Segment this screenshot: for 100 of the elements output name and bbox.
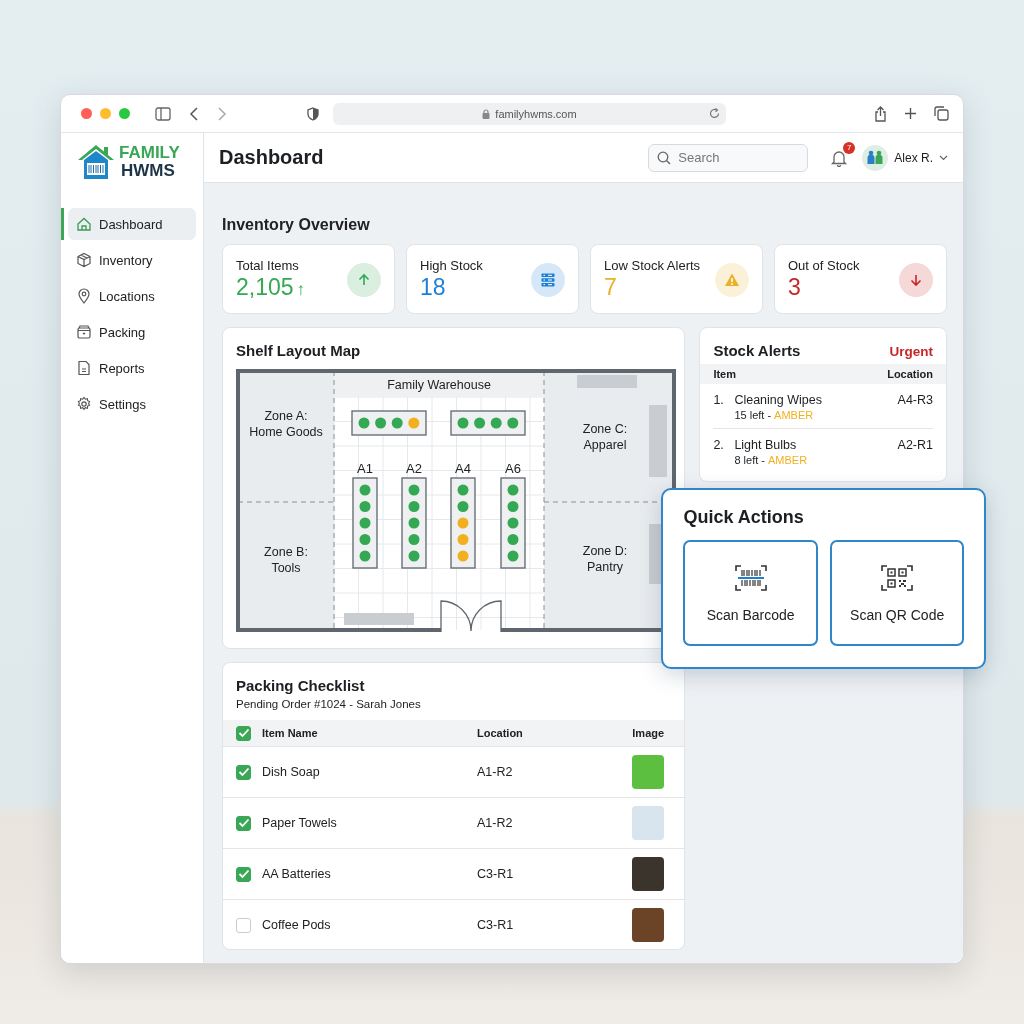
- order-subtitle: Pending Order #1024 - Sarah Jones: [235, 698, 422, 710]
- stat-label: Low Stock Alerts: [604, 258, 701, 273]
- aisle-label: A2: [406, 461, 422, 476]
- zone-label: Zone D:: [582, 544, 628, 558]
- reload-icon: [709, 107, 720, 119]
- column-header: Item: [713, 368, 736, 380]
- aisle-label: A4: [455, 461, 471, 476]
- settings-icon: [76, 396, 92, 412]
- stat-value: 7: [604, 274, 617, 301]
- lock-icon: [482, 108, 491, 119]
- storage-block: [344, 613, 414, 625]
- trend-arrow: ↑: [296, 280, 306, 300]
- list-number: 1.: [713, 393, 725, 407]
- search-field[interactable]: Search: [648, 143, 809, 172]
- sidebar-toggle-icon: [155, 106, 171, 121]
- user-menu[interactable]: Alex R.: [862, 144, 948, 171]
- sidebar-item[interactable]: Reports: [68, 352, 196, 384]
- section-title: Inventory Overview: [222, 216, 371, 234]
- checkbox[interactable]: [236, 725, 251, 741]
- location-code: A4-R3: [897, 393, 933, 407]
- caret-icon: [939, 154, 948, 161]
- table-cell: A1-R2: [477, 765, 513, 779]
- zone-name: Apparel: [583, 438, 627, 452]
- house-barcode-logo-icon: [76, 143, 116, 181]
- sidebar-item[interactable]: Packing: [68, 316, 196, 348]
- table-cell: C3-R1: [477, 918, 514, 932]
- cube-icon: [76, 252, 92, 268]
- stat-label: High Stock: [420, 258, 483, 273]
- stat-value: 3: [788, 274, 801, 301]
- notification-bell-icon: [830, 148, 849, 167]
- checkbox[interactable]: [236, 764, 251, 780]
- column-header: Image: [632, 727, 665, 739]
- notification-count: 7: [843, 141, 856, 154]
- barcode-scan-icon: [733, 563, 768, 593]
- scan-button[interactable]: Scan QR Code: [829, 540, 965, 646]
- storage-block: [649, 405, 667, 477]
- scan-button[interactable]: Scan Barcode: [683, 540, 818, 646]
- qr-code-scan-icon: [880, 563, 915, 593]
- stat-value: 2,105: [236, 274, 294, 301]
- warning-badge-icon: [715, 263, 749, 297]
- page-title: Dashboard: [219, 146, 324, 169]
- table-cell: AA Batteries: [262, 867, 331, 881]
- table-cell: C3-R1: [477, 867, 514, 881]
- stat-label: Out of Stock: [788, 258, 860, 273]
- zone-label: Zone C:: [582, 422, 628, 436]
- zone-name: Home Goods: [249, 425, 323, 439]
- card-title: Stock Alerts: [713, 342, 801, 359]
- list-number: 2.: [713, 438, 725, 452]
- url-text: familyhwms.com: [495, 107, 577, 120]
- checkbox[interactable]: [236, 815, 251, 831]
- zone-label: Zone A:: [264, 409, 308, 423]
- arrow-up-badge-icon: [347, 263, 381, 297]
- document-icon: [76, 360, 92, 376]
- brand-name: FAMILY: [119, 144, 180, 162]
- new-tab-icon: [904, 107, 917, 120]
- quantity-left: 15 left -: [734, 409, 772, 421]
- brand-name: HWMS: [120, 162, 176, 180]
- aisle-label: A1: [357, 461, 373, 476]
- warehouse-label: Family Warehouse: [387, 378, 491, 392]
- column-header: Item Name: [262, 727, 318, 739]
- product-photo-placeholder: [632, 755, 665, 789]
- stat-label: Total Items: [236, 258, 300, 273]
- urgent-label: Urgent: [889, 344, 933, 359]
- map-pin-icon: [76, 288, 92, 304]
- product-photo-placeholder: [632, 857, 665, 891]
- sidebar-item[interactable]: Settings: [68, 388, 196, 420]
- table-cell: Dish Soap: [262, 765, 320, 779]
- checkbox[interactable]: [236, 866, 251, 882]
- column-header: Location: [477, 727, 523, 739]
- quantity-left: 8 left -: [734, 454, 765, 466]
- sidebar-item[interactable]: Inventory: [68, 244, 196, 276]
- search-icon: [657, 150, 672, 165]
- sidebar-item[interactable]: Locations: [68, 280, 196, 312]
- house-icon: [76, 216, 92, 232]
- item-name: Cleaning Wipes: [734, 393, 823, 407]
- product-photo-placeholder: [632, 806, 665, 840]
- package-icon: [76, 324, 92, 340]
- product-photo-placeholder: [632, 908, 665, 942]
- status-label: AMBER: [767, 454, 808, 466]
- window-control-button[interactable]: [119, 108, 130, 119]
- forward-icon: [217, 106, 227, 121]
- zone-name: Pantry: [586, 560, 624, 574]
- shield-icon: [307, 106, 319, 121]
- address-bar[interactable]: familyhwms.com: [333, 102, 726, 125]
- back-icon: [189, 106, 199, 121]
- panel-title: Quick Actions: [683, 507, 805, 528]
- table-cell: Paper Towels: [262, 816, 337, 830]
- window-control-button[interactable]: [81, 108, 92, 119]
- storage-block: [577, 375, 637, 388]
- zone-name: Tools: [271, 561, 301, 575]
- tabs-overview-icon: [934, 106, 949, 121]
- card-title: Packing Checklist: [235, 677, 366, 694]
- share-icon: [874, 105, 887, 122]
- window-control-button[interactable]: [100, 108, 111, 119]
- card-title: Shelf Layout Map: [236, 342, 362, 359]
- item-name: Light Bulbs: [734, 438, 798, 452]
- checkbox[interactable]: [236, 917, 251, 933]
- table-cell: A1-R2: [477, 816, 513, 830]
- family-avatar-icon: [862, 144, 889, 171]
- arrow-down-badge-icon: [899, 263, 933, 297]
